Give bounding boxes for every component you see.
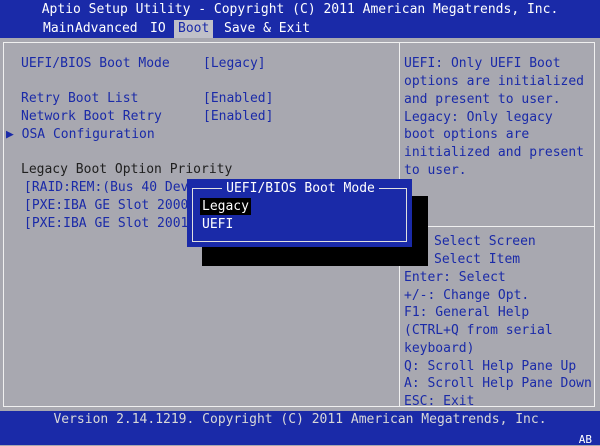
key-legend-line: (CTRL+Q from serial: [404, 323, 553, 338]
network-retry-label[interactable]: Network Boot Retry: [21, 108, 162, 126]
popup-title: UEFI/BIOS Boot Mode: [188, 180, 413, 198]
version-text: Version 2.14.1219. Copyright (C) 2011 Am…: [53, 412, 547, 427]
popup-option-uefi[interactable]: UEFI: [202, 216, 233, 233]
tab-io[interactable]: IO: [150, 20, 166, 38]
key-legend-line: A: Scroll Help Pane Down: [404, 376, 592, 391]
help-text-line: to user.: [404, 163, 467, 178]
help-text-line: Legacy: Only legacy: [404, 110, 553, 125]
app-title: Aptio Setup Utility - Copyright (C) 2011…: [41, 2, 559, 17]
osa-configuration-label: OSA Configuration: [21, 127, 155, 142]
tab-boot[interactable]: Boot: [174, 20, 214, 38]
menu-bar: Main Advanced IO Boot Save & Exit: [0, 20, 600, 38]
footer-bar: Version 2.14.1219. Copyright (C) 2011 Am…: [0, 411, 600, 446]
popup-title-text: UEFI/BIOS Boot Mode: [222, 181, 379, 196]
boot-mode-label[interactable]: UEFI/BIOS Boot Mode: [21, 55, 170, 73]
title-bar: Aptio Setup Utility - Copyright (C) 2011…: [0, 0, 600, 38]
key-legend-line: Q: Scroll Help Pane Up: [404, 359, 577, 374]
boot-entry[interactable]: [PXE:IBA GE Slot 2001: [24, 215, 188, 233]
boot-mode-value[interactable]: [Legacy]: [203, 55, 266, 73]
corner-label: AB: [578, 433, 592, 446]
key-legend-line: keyboard): [404, 341, 475, 356]
boot-entry[interactable]: [RAID:REM:(Bus 40 Dev: [24, 179, 188, 197]
key-legend-line: ESC: Exit: [404, 394, 475, 409]
tab-main[interactable]: Main: [43, 20, 74, 38]
key-legend-line: +/-: Change Opt.: [404, 288, 530, 303]
boot-entry[interactable]: [PXE:IBA GE Slot 2000: [24, 197, 188, 215]
boot-mode-popup: UEFI/BIOS Boot Mode Legacy UEFI: [187, 179, 412, 247]
key-legend-line: Select Screen: [434, 234, 536, 249]
tab-advanced[interactable]: Advanced: [75, 20, 138, 38]
help-text-line: options are initialized: [404, 74, 585, 89]
help-divider: [400, 226, 595, 227]
popup-option-legacy[interactable]: Legacy: [200, 198, 251, 215]
network-retry-value[interactable]: [Enabled]: [203, 108, 273, 126]
help-text-line: UEFI: Only UEFI Boot: [404, 56, 561, 71]
help-text-line: and present to user.: [404, 92, 561, 107]
key-legend-line: F1: General Help: [404, 305, 530, 320]
osa-configuration-item[interactable]: ▶ OSA Configuration: [6, 126, 155, 144]
key-legend-line: Enter: Select: [404, 270, 506, 285]
help-text-line: boot options are: [404, 127, 530, 142]
tab-save-exit[interactable]: Save & Exit: [224, 20, 310, 38]
retry-boot-label[interactable]: Retry Boot List: [21, 90, 138, 108]
submenu-arrow-icon: ▶: [6, 127, 14, 142]
retry-boot-value[interactable]: [Enabled]: [203, 90, 273, 108]
legacy-priority-label: Legacy Boot Option Priority: [21, 162, 233, 177]
help-text-line: initialized and present: [404, 145, 585, 160]
key-legend-line: Select Item: [434, 252, 521, 267]
